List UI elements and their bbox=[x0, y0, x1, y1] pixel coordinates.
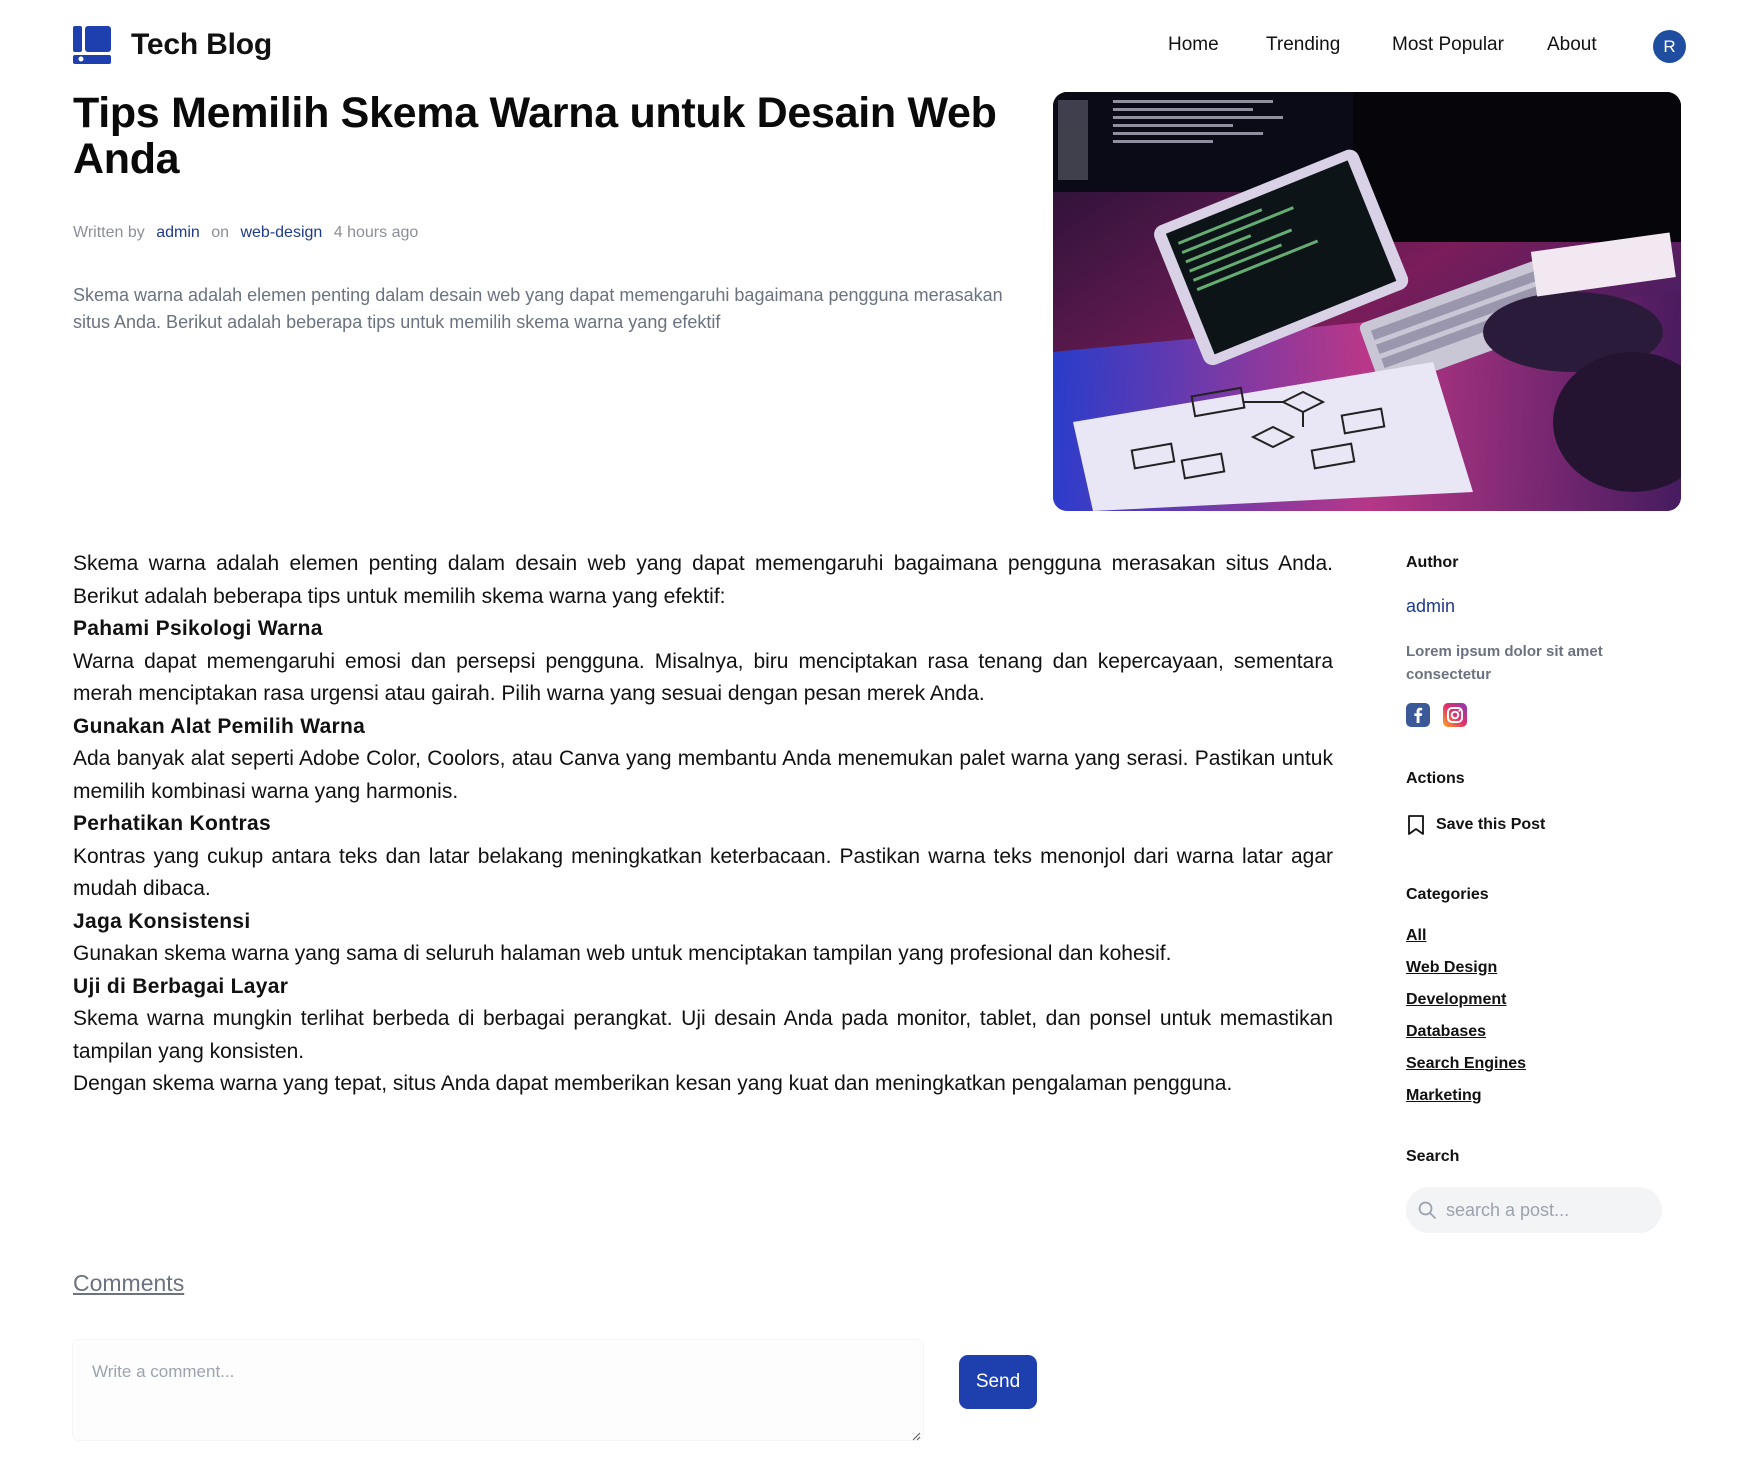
category-web-design[interactable]: Web Design bbox=[1406, 952, 1686, 984]
section-heading: Perhatikan Kontras bbox=[73, 812, 271, 835]
nav-trending[interactable]: Trending bbox=[1266, 34, 1340, 56]
sidebar-author-name[interactable]: admin bbox=[1406, 596, 1686, 617]
search-box[interactable] bbox=[1406, 1187, 1662, 1233]
section-text: Warna dapat memengaruhi emosi dan persep… bbox=[73, 649, 1333, 706]
category-link[interactable]: web-design bbox=[240, 224, 322, 241]
section-heading: Pahami Psikologi Warna bbox=[73, 617, 323, 640]
written-by-label: Written by bbox=[73, 224, 145, 241]
category-all[interactable]: All bbox=[1406, 920, 1686, 952]
author-link[interactable]: admin bbox=[156, 224, 200, 241]
instagram-icon[interactable] bbox=[1443, 703, 1467, 727]
save-post-button[interactable]: Save this Post bbox=[1406, 814, 1686, 836]
post-title: Tips Memilih Skema Warna untuk Desain We… bbox=[73, 89, 997, 183]
site-logo[interactable]: Tech Blog bbox=[73, 26, 272, 64]
bookmark-icon bbox=[1406, 814, 1426, 836]
section-text: Skema warna mungkin terlihat berbeda di … bbox=[73, 1007, 1333, 1063]
site-header: Tech Blog Home Trending Most Popular Abo… bbox=[0, 0, 1755, 92]
on-label: on bbox=[211, 224, 230, 241]
post-meta: Written by admin on web-design 4 hours a… bbox=[73, 224, 425, 242]
nav-most-popular[interactable]: Most Popular bbox=[1392, 34, 1504, 56]
search-input[interactable] bbox=[1446, 1199, 1646, 1221]
category-development[interactable]: Development bbox=[1406, 984, 1686, 1016]
social-links bbox=[1406, 703, 1686, 727]
send-comment-button[interactable]: Send bbox=[959, 1355, 1037, 1409]
section-heading: Jaga Konsistensi bbox=[73, 909, 251, 933]
comment-input[interactable] bbox=[73, 1340, 923, 1440]
search-icon bbox=[1417, 1200, 1437, 1220]
category-list: All Web Design Development Databases Sea… bbox=[1406, 920, 1686, 1112]
comments-heading[interactable]: Comments bbox=[73, 1270, 184, 1297]
post-cover-image bbox=[1053, 92, 1681, 511]
actions-heading: Actions bbox=[1406, 770, 1465, 787]
facebook-icon[interactable] bbox=[1406, 703, 1430, 727]
author-bio: Lorem ipsum dolor sit amet consectetur bbox=[1406, 643, 1603, 683]
section-heading: Gunakan Alat Pemilih Warna bbox=[73, 714, 366, 738]
section-text: Gunakan skema warna yang sama di seluruh… bbox=[73, 942, 1172, 965]
post-excerpt: Skema warna adalah elemen penting dalam … bbox=[73, 285, 1003, 332]
post-time: 4 hours ago bbox=[333, 224, 419, 241]
author-heading: Author bbox=[1406, 554, 1459, 571]
site-title: Tech Blog bbox=[131, 28, 272, 61]
nav-about[interactable]: About bbox=[1547, 34, 1597, 56]
resize-handle-icon[interactable] bbox=[911, 1428, 921, 1441]
nav-home[interactable]: Home bbox=[1168, 34, 1219, 56]
section-heading: Uji di Berbagai Layar bbox=[73, 974, 289, 998]
category-databases[interactable]: Databases bbox=[1406, 1016, 1686, 1048]
user-avatar[interactable]: R bbox=[1653, 30, 1686, 63]
category-search-engines[interactable]: Search Engines bbox=[1406, 1048, 1686, 1080]
section-text: Kontras yang cukup antara teks dan latar… bbox=[73, 844, 1333, 901]
comment-box bbox=[73, 1340, 923, 1441]
category-marketing[interactable]: Marketing bbox=[1406, 1080, 1686, 1112]
save-post-label: Save this Post bbox=[1436, 816, 1546, 833]
post-body: Skema warna adalah elemen penting dalam … bbox=[73, 548, 1333, 1101]
search-heading: Search bbox=[1406, 1148, 1460, 1165]
logo-icon bbox=[73, 26, 111, 64]
section-text: Ada banyak alat seperti Adobe Color, Coo… bbox=[73, 747, 1333, 803]
post-outro: Dengan skema warna yang tepat, situs And… bbox=[73, 1072, 1233, 1095]
categories-heading: Categories bbox=[1406, 886, 1489, 903]
post-intro: Skema warna adalah elemen penting dalam … bbox=[73, 552, 1333, 608]
